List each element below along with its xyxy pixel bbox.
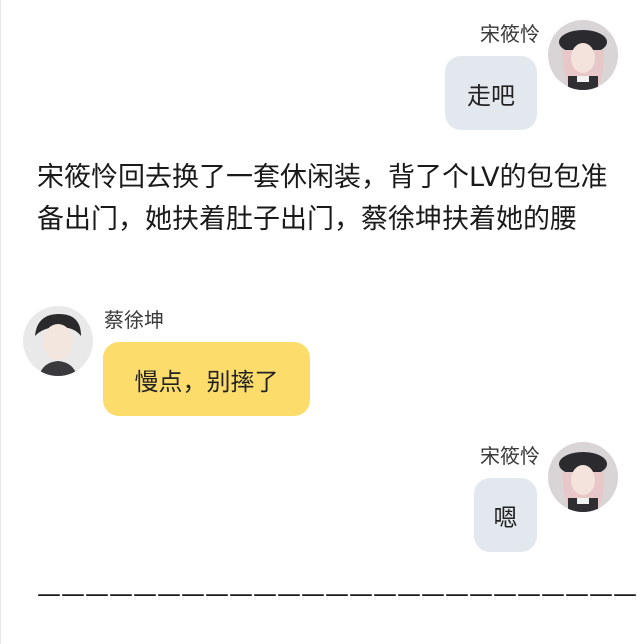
- avatar-girl-icon: [548, 20, 618, 90]
- sender-name: 宋筱怜: [480, 22, 540, 46]
- avatar[interactable]: [23, 306, 93, 376]
- message-bubble[interactable]: 嗯: [474, 478, 537, 552]
- sender-name: 蔡徐坤: [104, 308, 164, 332]
- avatar-boy-icon: [23, 306, 93, 376]
- avatar[interactable]: [548, 442, 618, 512]
- narration-text: 宋筱怜回去换了一套休闲装，背了个LV的包包准备出门，她扶着肚子出门，蔡徐坤扶着她…: [37, 162, 608, 235]
- sender-name: 宋筱怜: [480, 444, 540, 468]
- separator-line: —————————————————————————: [37, 580, 637, 608]
- left-border: [0, 0, 1, 644]
- message-bubble[interactable]: 慢点，别摔了: [103, 342, 310, 416]
- avatar-girl-icon: [548, 442, 618, 512]
- message-bubble[interactable]: 走吧: [445, 56, 537, 130]
- avatar[interactable]: [548, 20, 618, 90]
